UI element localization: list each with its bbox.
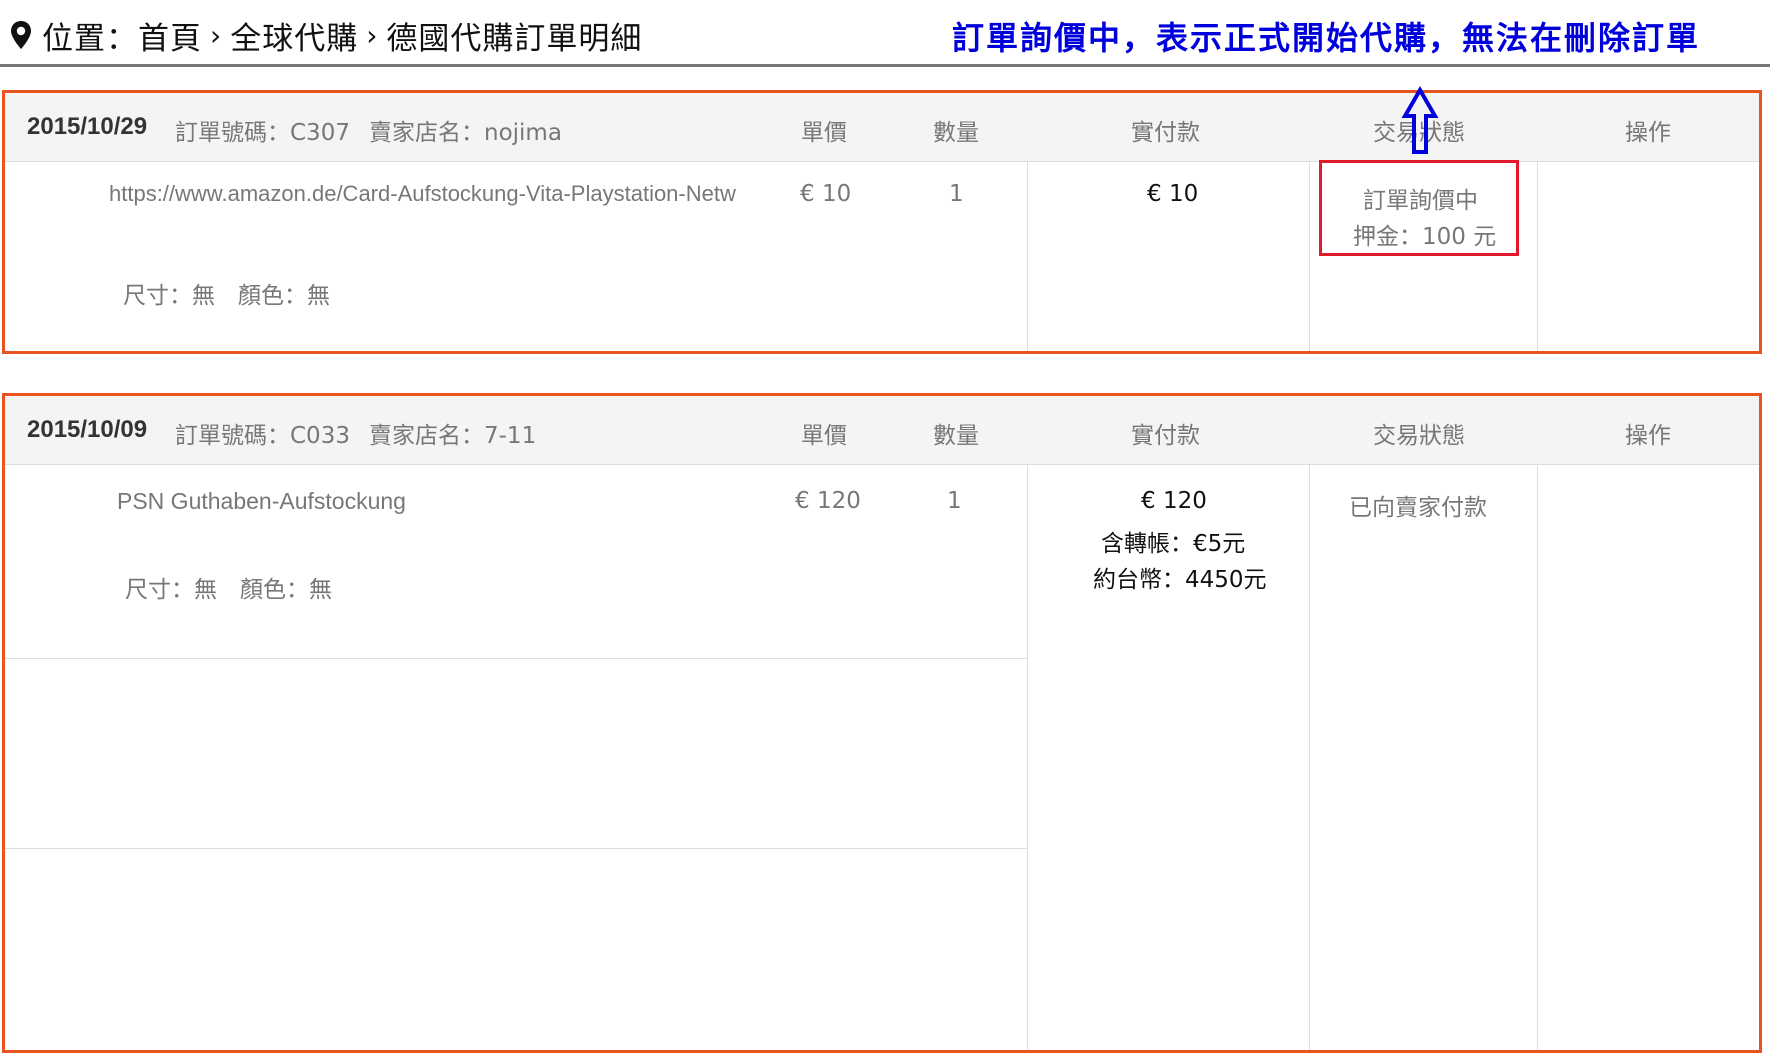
breadcrumb-item-current: 德國代購訂單明細 [386, 20, 643, 57]
breadcrumb-separator: › [210, 18, 223, 52]
column-divider [1309, 161, 1310, 351]
column-paid: 實付款 [1131, 120, 1200, 146]
row-divider [5, 658, 1027, 659]
paid-amount: € 120 [1141, 488, 1207, 514]
divider [0, 64, 1770, 67]
paid-transfer: 含轉帳：€5元 [1101, 531, 1246, 557]
column-action: 操作 [1625, 423, 1671, 449]
column-quantity: 數量 [933, 120, 979, 146]
column-unit-price: 單價 [801, 120, 847, 146]
column-divider [1027, 161, 1028, 351]
column-divider [1027, 464, 1028, 1050]
column-divider [1537, 161, 1538, 351]
order-number: 訂單號碼：C033 [175, 423, 350, 449]
order-header: 2015/10/29 訂單號碼：C307 賣家店名：nojima 單價 數量 實… [5, 93, 1759, 162]
order-header: 2015/10/09 訂單號碼：C033 賣家店名：7-11 單價 數量 實付款… [5, 396, 1759, 465]
column-divider [1309, 464, 1310, 1050]
column-action: 操作 [1625, 120, 1671, 146]
column-status: 交易狀態 [1373, 423, 1465, 449]
status-highlight-box [1319, 160, 1519, 256]
order-store: 賣家店名：7-11 [369, 423, 537, 449]
unit-price: € 10 [800, 181, 852, 207]
breadcrumb-separator: › [366, 18, 379, 52]
item-specs: 尺寸：無 顏色：無 [125, 577, 332, 603]
up-arrow-icon [1401, 86, 1439, 154]
paid-twd: 約台幣：4450元 [1093, 567, 1267, 593]
breadcrumb-item-global[interactable]: 全球代購 [230, 13, 358, 58]
unit-price: € 120 [795, 488, 861, 514]
row-divider [5, 848, 1027, 849]
breadcrumb-item-location[interactable]: 位置：首頁 [42, 13, 202, 58]
item-link[interactable]: https://www.amazon.de/Card-Aufstockung-V… [109, 181, 736, 207]
column-quantity: 數量 [933, 423, 979, 449]
paid-amount: € 10 [1147, 181, 1199, 207]
item-title[interactable]: PSN Guthaben-Aufstockung [117, 488, 406, 515]
order-date: 2015/10/29 [27, 113, 148, 140]
order-card: 2015/10/09 訂單號碼：C033 賣家店名：7-11 單價 數量 實付款… [2, 393, 1762, 1053]
status-text: 已向賣家付款 [1349, 495, 1487, 521]
order-date: 2015/10/09 [27, 416, 148, 443]
map-pin-icon [11, 21, 31, 49]
item-specs: 尺寸：無 顏色：無 [123, 283, 330, 309]
breadcrumb: 位置：首頁 › 全球代購 › 德國代購訂單明細 [10, 13, 643, 58]
order-number: 訂單號碼：C307 [175, 120, 350, 146]
column-divider [1537, 464, 1538, 1050]
top-bar: 位置：首頁 › 全球代購 › 德國代購訂單明細 訂單詢價中，表示正式開始代購，無… [0, 0, 1770, 67]
annotation-note: 訂單詢價中，表示正式開始代購，無法在刪除訂單 [952, 19, 1701, 57]
quantity: 1 [949, 181, 964, 207]
column-unit-price: 單價 [801, 423, 847, 449]
order-store: 賣家店名：nojima [369, 120, 562, 146]
column-paid: 實付款 [1131, 423, 1200, 449]
quantity: 1 [947, 488, 962, 514]
